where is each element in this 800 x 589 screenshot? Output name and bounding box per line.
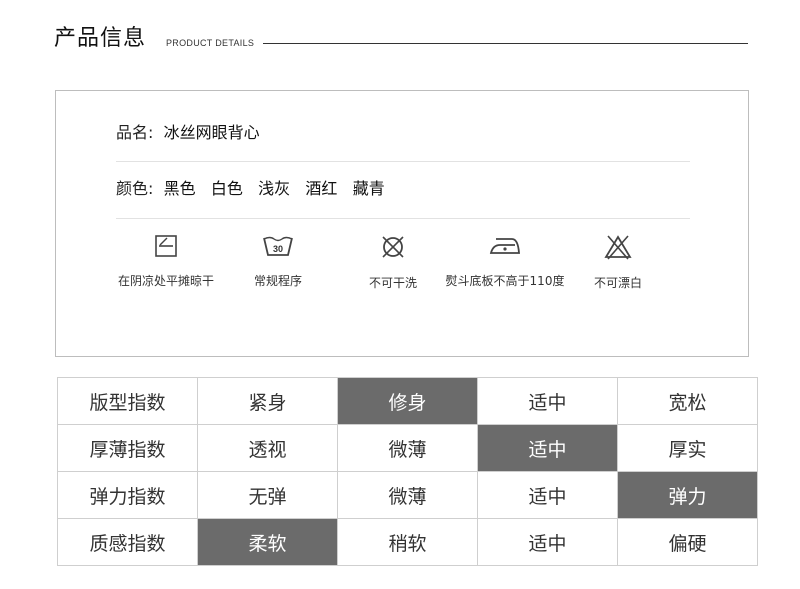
- rating-option: 紧身: [197, 377, 338, 425]
- section-title: 产品信息: [54, 26, 147, 51]
- rating-option: 微薄: [337, 471, 478, 519]
- line-dry-icon: [155, 235, 177, 257]
- rating-option: 适中: [477, 377, 618, 425]
- rating-option: 厚实: [617, 424, 758, 472]
- product-info-box: 品名: 冰丝网眼背心 颜色: 黑色 白色 浅灰 酒红 藏青 在阴凉处平摊晾干 3…: [55, 90, 749, 357]
- wash-30-icon: 30: [263, 236, 293, 256]
- care-label: 不可漂白: [593, 276, 642, 290]
- color-value: 黑色: [163, 179, 196, 198]
- care-label: 在阴凉处平摊晾干: [117, 274, 214, 288]
- rating-option: 微薄: [337, 424, 478, 472]
- rating-label: 弹力指数: [57, 471, 198, 519]
- divider: [116, 161, 690, 162]
- header-divider: [263, 43, 748, 44]
- rating-option-selected: 弹力: [617, 471, 758, 519]
- color-value: 酒红: [305, 179, 338, 198]
- care-item-no-bleach: 不可漂白: [558, 233, 678, 293]
- color-value: 藏青: [352, 179, 385, 198]
- product-name-label: 品名:: [116, 123, 154, 142]
- care-label: 不可干洗: [368, 276, 417, 290]
- product-color-label: 颜色:: [116, 179, 154, 198]
- rating-option: 无弹: [197, 471, 338, 519]
- divider: [116, 218, 690, 219]
- rating-option: 透视: [197, 424, 338, 472]
- care-item-no-dry-clean: 不可干洗: [333, 233, 453, 293]
- table-row: 厚薄指数 透视 微薄 适中 厚实: [57, 424, 758, 472]
- product-name-row: 品名: 冰丝网眼背心: [116, 121, 690, 145]
- rating-option: 宽松: [617, 377, 758, 425]
- svg-text:30: 30: [273, 244, 283, 254]
- color-value: 浅灰: [258, 179, 291, 198]
- rating-option-selected: 修身: [337, 377, 478, 425]
- table-row: 版型指数 紧身 修身 适中 宽松: [57, 377, 758, 425]
- rating-option: 适中: [477, 471, 618, 519]
- rating-label: 质感指数: [57, 518, 198, 566]
- table-row: 弹力指数 无弹 微薄 适中 弹力: [57, 471, 758, 519]
- care-label: 常规程序: [253, 274, 302, 288]
- care-item-line-dry: 在阴凉处平摊晾干: [106, 233, 226, 291]
- rating-label: 厚薄指数: [57, 424, 198, 472]
- care-item-iron: 熨斗底板不高于110度: [445, 233, 565, 291]
- table-row: 质感指数 柔软 稍软 适中 偏硬: [57, 518, 758, 566]
- no-dry-clean-icon: [382, 236, 404, 258]
- section-subtitle: PRODUCT DETAILS: [166, 38, 255, 48]
- color-value: 白色: [210, 179, 243, 198]
- product-colors-row: 颜色: 黑色 白色 浅灰 酒红 藏青: [116, 177, 690, 201]
- fit-index-table: 版型指数 紧身 修身 适中 宽松 厚薄指数 透视 微薄 适中 厚实 弹力指数 无…: [57, 377, 758, 566]
- rating-option: 偏硬: [617, 518, 758, 566]
- product-name-value: 冰丝网眼背心: [163, 123, 260, 142]
- section-header: 产品信息 PRODUCT DETAILS: [54, 24, 748, 58]
- care-item-wash: 30 常规程序: [218, 233, 338, 291]
- care-label: 熨斗底板不高于110度: [445, 274, 565, 288]
- rating-option-selected: 柔软: [197, 518, 338, 566]
- rating-label: 版型指数: [57, 377, 198, 425]
- rating-option-selected: 适中: [477, 424, 618, 472]
- rating-option: 稍软: [337, 518, 478, 566]
- no-bleach-icon: [604, 235, 632, 260]
- iron-icon: [489, 238, 520, 254]
- rating-option: 适中: [477, 518, 618, 566]
